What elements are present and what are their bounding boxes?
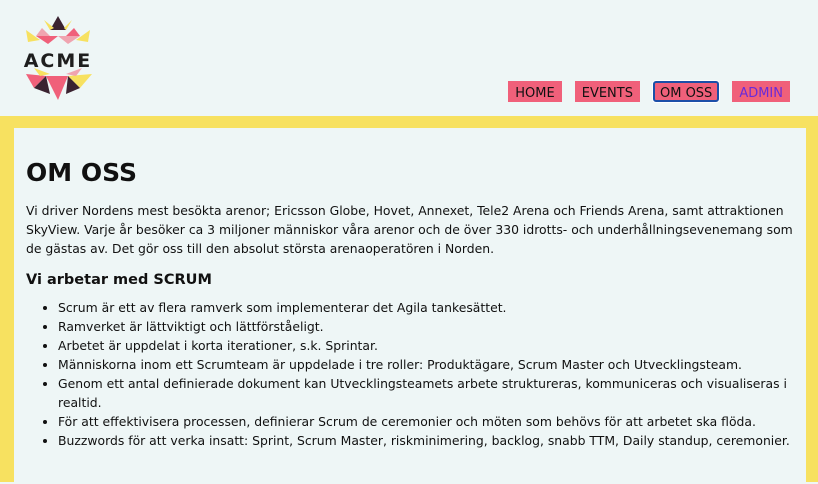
main-content: OM OSS Vi driver Nordens mest besökta ar… <box>14 128 806 484</box>
list-item: Människorna inom ett Scrumteam är uppdel… <box>58 355 794 374</box>
list-item: Buzzwords för att verka insatt: Sprint, … <box>58 431 794 450</box>
content-frame: OM OSS Vi driver Nordens mest besökta ar… <box>0 116 818 484</box>
nav-om-oss[interactable]: OM OSS <box>652 81 720 102</box>
list-item: För att effektivisera processen, definie… <box>58 412 794 431</box>
list-item: Genom ett antal definierade dokument kan… <box>58 374 794 412</box>
list-item: Arbetet är uppdelat i korta iterationer,… <box>58 336 794 355</box>
main-nav: HOME EVENTS OM OSS ADMIN <box>508 81 790 102</box>
site-header: ACME HOME EVENTS OM OSS ADMIN <box>0 0 818 116</box>
page-title: OM OSS <box>26 158 137 187</box>
logo-text: ACME <box>23 50 93 72</box>
list-item: Scrum är ett av flera ramverk som implem… <box>58 298 794 317</box>
intro-paragraph: Vi driver Nordens mest besökta arenor; E… <box>26 203 793 256</box>
section-heading: Vi arbetar med SCRUM <box>26 272 212 288</box>
acme-logo[interactable]: ACME <box>20 14 100 106</box>
list-item: Ramverket är lättviktigt och lättförståe… <box>58 317 794 336</box>
nav-home[interactable]: HOME <box>508 81 562 102</box>
nav-admin[interactable]: ADMIN <box>732 81 790 102</box>
nav-events[interactable]: EVENTS <box>574 81 640 102</box>
scrum-list: Scrum är ett av flera ramverk som implem… <box>26 298 794 450</box>
